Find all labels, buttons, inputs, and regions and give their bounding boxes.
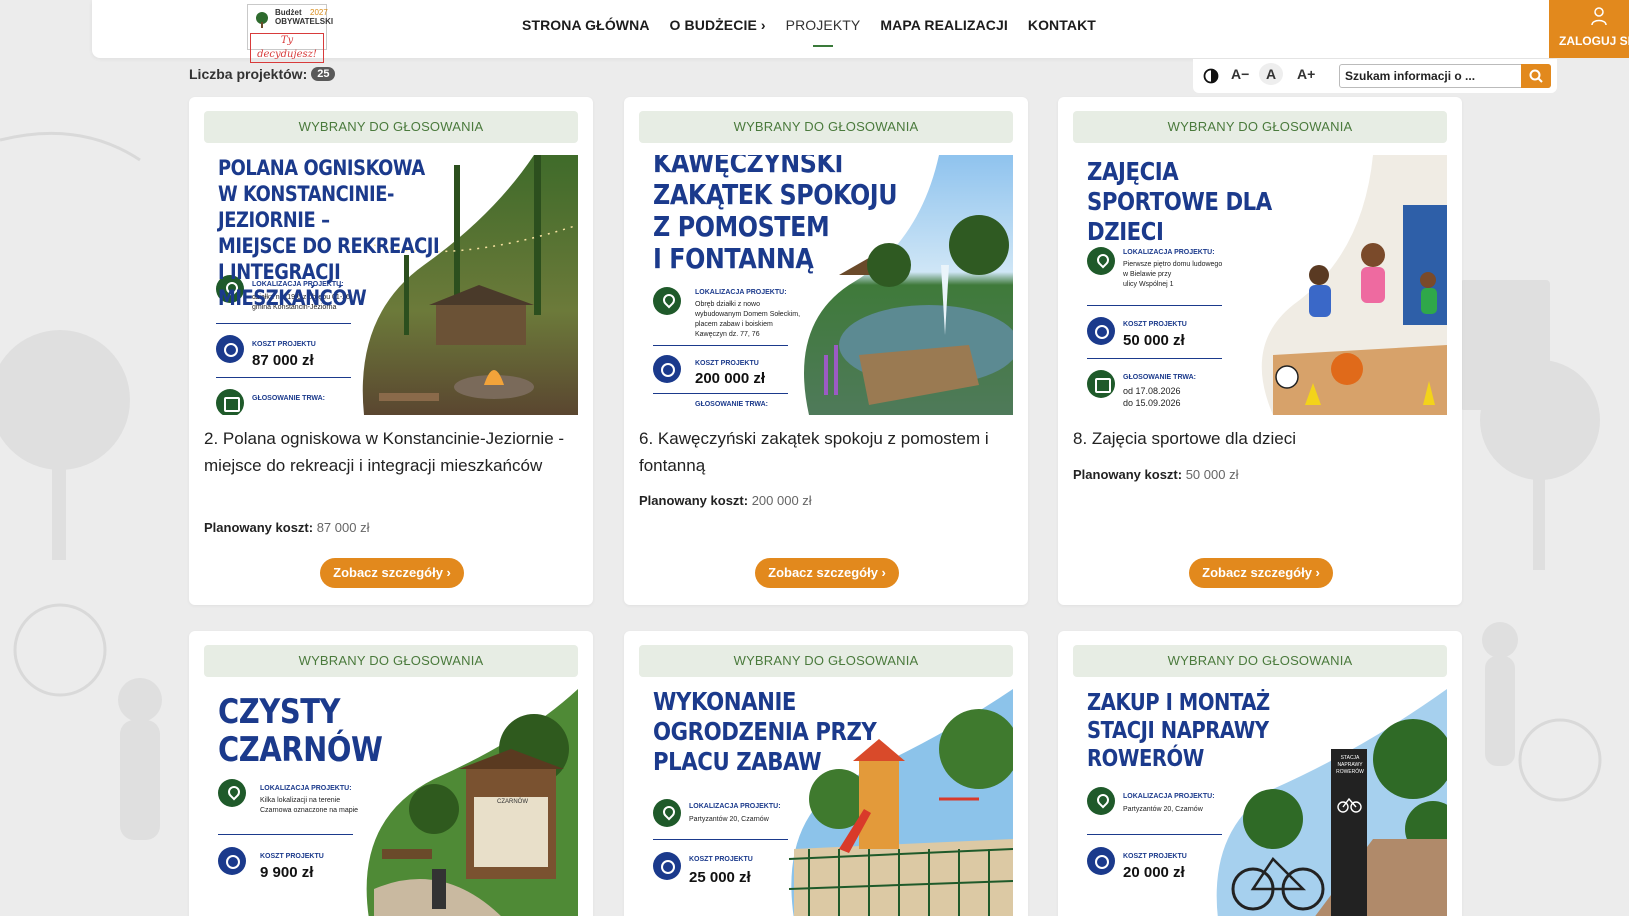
status-badge: WYBRANY DO GŁOSOWANIA <box>1073 645 1447 677</box>
nav-item-contact[interactable]: KONTAKT <box>1018 17 1106 33</box>
poster-sign-text: CZARNÓW <box>497 799 528 805</box>
details-button[interactable]: Zobacz szczegóły › <box>755 558 899 588</box>
status-badge: WYBRANY DO GŁOSOWANIA <box>1073 111 1447 143</box>
font-normal-button[interactable]: A <box>1259 63 1283 85</box>
project-title[interactable]: 2. Polana ogniskowa w Konstancinie-Jezio… <box>204 425 578 479</box>
project-number: 8. <box>1073 429 1088 448</box>
poster-title: POLANA OGNISKOWA W KONSTANCINIE-JEZIORNI… <box>218 156 440 310</box>
main-nav: STRONA GŁÓWNA O BUDŻECIE › PROJEKTY MAPA… <box>512 17 1106 47</box>
planned-cost-label: Planowany koszt: <box>204 520 314 535</box>
status-badge: WYBRANY DO GŁOSOWANIA <box>204 111 578 143</box>
logo-line-2: OBYWATELSKI <box>275 17 334 26</box>
project-poster[interactable]: WYKONANIE OGRODZENIA PRZY PLACU ZABAW LO… <box>639 689 1013 916</box>
nav-item-about-budget[interactable]: O BUDŻECIE › <box>660 17 776 33</box>
search-input[interactable] <box>1340 65 1516 87</box>
project-count-badge: 25 <box>311 67 336 81</box>
planned-cost: Planowany koszt: 200 000 zł <box>639 493 812 508</box>
logo-year: 2027 <box>310 8 328 17</box>
project-number: 6. <box>639 429 654 448</box>
login-label: ZALOGUJ SIĘ <box>1558 34 1629 48</box>
project-title-text: Kawęczyński zakątek spokoju z pomostem i… <box>639 429 989 475</box>
font-increase-button[interactable]: A+ <box>1297 66 1315 82</box>
project-count-label: Liczba projektów: <box>189 66 308 82</box>
project-title[interactable]: 6. Kawęczyński zakątek spokoju z pomoste… <box>639 425 1013 479</box>
poster-title: ZAJĘCIA SPORTOWE DLA DZIECI <box>1087 157 1272 246</box>
planned-cost-value: 200 000 zł <box>751 493 812 508</box>
logo-line-1: Budżet <box>275 8 302 17</box>
project-poster[interactable]: KAWĘCZYŃSKI ZAKĄTEK SPOKOJU Z POMOSTEM I… <box>639 155 1013 415</box>
login-button[interactable]: ZALOGUJ SIĘ <box>1549 0 1629 58</box>
status-badge: WYBRANY DO GŁOSOWANIA <box>639 111 1013 143</box>
nav-item-projects[interactable]: PROJEKTY <box>776 17 871 47</box>
details-button[interactable]: Zobacz szczegóły › <box>320 558 464 588</box>
project-poster[interactable]: POLANA OGNISKOWA W KONSTANCINIE-JEZIORNI… <box>204 155 578 415</box>
project-title-text: Polana ogniskowa w Konstancinie-Jeziorni… <box>204 429 565 475</box>
contrast-icon[interactable] <box>1203 68 1219 84</box>
nav-item-map[interactable]: MAPA REALIZACJI <box>870 17 1018 33</box>
poster-title: KAWĘCZYŃSKI ZAKĄTEK SPOKOJU Z POMOSTEM I… <box>653 155 898 275</box>
planned-cost: Planowany koszt: 50 000 zł <box>1073 467 1238 482</box>
status-badge: WYBRANY DO GŁOSOWANIA <box>204 645 578 677</box>
site-header: Budżet 2027 OBYWATELSKI Ty decydujesz! S… <box>92 0 1629 63</box>
logo-tagline: Ty decydujesz! <box>250 33 324 63</box>
search-box <box>1339 64 1551 88</box>
planned-cost-label: Planowany koszt: <box>1073 467 1183 482</box>
project-title-text: Zajęcia sportowe dla dzieci <box>1091 429 1297 448</box>
project-card: WYBRANY DO GŁOSOWANIA ZAKUP I MONTAŻ STA… <box>1058 631 1462 916</box>
planned-cost: Planowany koszt: 87 000 zł <box>204 520 369 535</box>
project-card: WYBRANY DO GŁOSOWANIA ZAJĘCIA SPORTOWE D… <box>1058 97 1462 605</box>
planned-cost-label: Planowany koszt: <box>639 493 749 508</box>
project-card: WYBRANY DO GŁOSOWANIA WYKONANIE OGRODZEN… <box>624 631 1028 916</box>
poster-title: CZYSTY CZARNÓW <box>218 692 383 770</box>
project-card: WYBRANY DO GŁOSOWANIA POLANA OGNISKOWA W… <box>189 97 593 605</box>
project-number: 2. <box>204 429 219 448</box>
font-decrease-button[interactable]: A− <box>1231 66 1249 82</box>
search-button[interactable] <box>1521 64 1551 88</box>
nav-item-home[interactable]: STRONA GŁÓWNA <box>512 17 660 33</box>
project-poster[interactable]: CZYSTY CZARNÓW CZARNÓW LOKALIZACJA PROJE… <box>204 689 578 916</box>
poster-title: ZAKUP I MONTAŻ STACJI NAPRAWY ROWERÓW <box>1087 690 1270 772</box>
project-count: Liczba projektów: 25 <box>189 66 336 82</box>
site-logo[interactable]: Budżet 2027 OBYWATELSKI Ty decydujesz! <box>247 4 333 63</box>
planned-cost-value: 87 000 zł <box>316 520 370 535</box>
project-card: WYBRANY DO GŁOSOWANIA KAWĘCZYŃSKI ZAKĄTE… <box>624 97 1028 605</box>
project-poster[interactable]: ZAKUP I MONTAŻ STACJI NAPRAWY ROWERÓW ST… <box>1073 689 1447 916</box>
poster-title: WYKONANIE OGRODZENIA PRZY PLACU ZABAW <box>653 689 877 776</box>
tree-icon <box>256 12 268 28</box>
project-card: WYBRANY DO GŁOSOWANIA CZYSTY CZARNÓW CZA… <box>189 631 593 916</box>
user-icon <box>1591 7 1607 26</box>
accessibility-toolbar: A− A A+ <box>1193 59 1557 93</box>
details-button[interactable]: Zobacz szczegóły › <box>1189 558 1333 588</box>
project-poster[interactable]: ZAJĘCIA SPORTOWE DLA DZIECI LOKALIZACJA … <box>1073 155 1447 415</box>
status-badge: WYBRANY DO GŁOSOWANIA <box>639 645 1013 677</box>
planned-cost-value: 50 000 zł <box>1185 467 1239 482</box>
project-title[interactable]: 8. Zajęcia sportowe dla dzieci <box>1073 425 1447 452</box>
search-icon <box>1529 69 1543 83</box>
